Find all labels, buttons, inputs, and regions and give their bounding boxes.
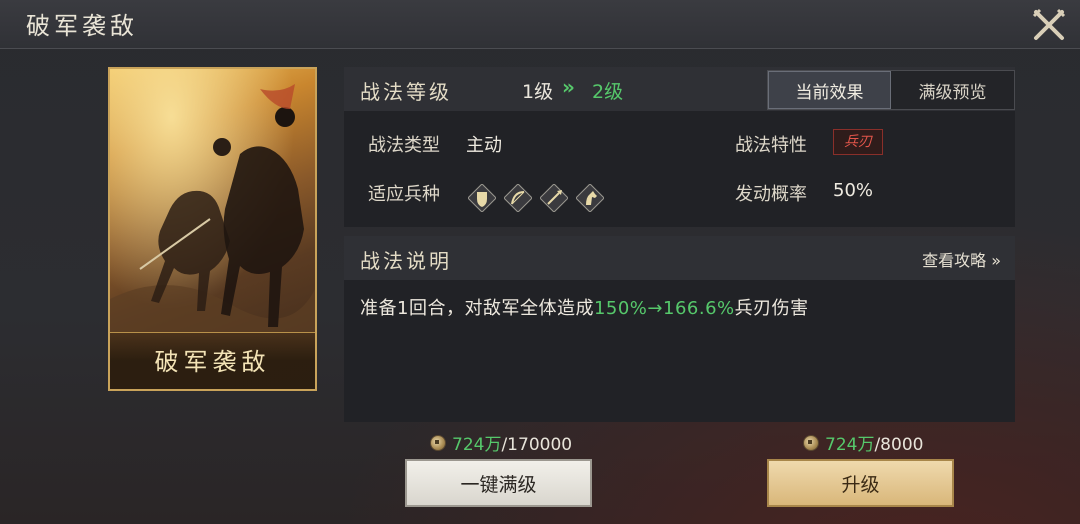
description-highlight: 150%→166.6% <box>593 298 735 319</box>
upgrade-cost-need: /8000 <box>874 435 924 455</box>
level-from: 1级 <box>522 81 554 103</box>
description-title: 战法说明 <box>360 249 452 273</box>
horse-icon <box>576 184 604 212</box>
skill-card-name-band: 破军袭敌 <box>110 332 315 389</box>
type-label: 战法类型 <box>368 135 440 156</box>
coin-icon <box>430 435 446 451</box>
tab-current-effect[interactable]: 当前效果 <box>768 71 891 109</box>
skill-card-name: 破军袭敌 <box>154 348 271 376</box>
upgrade-cost-have: 724万 <box>825 435 875 455</box>
level-arrow-icon: » <box>562 75 575 99</box>
description-prefix: 准备1回合，对敌军全体造成 <box>360 298 594 319</box>
close-swords-icon[interactable] <box>1030 6 1068 44</box>
spear-icon <box>540 184 568 212</box>
level-header: 战法等级 1级 » 2级 当前效果 满级预览 <box>344 67 1015 111</box>
max-cost-need: /170000 <box>501 435 573 455</box>
upgrade-cost: 724万/8000 <box>803 430 923 455</box>
page-title: 破军袭敌 <box>26 12 138 40</box>
coin-icon <box>803 435 819 451</box>
description-text: 准备1回合，对敌军全体造成150%→166.6%兵刃伤害 <box>360 294 809 320</box>
shield-icon <box>468 184 496 212</box>
description-panel: 战法说明 查看攻略 » 准备1回合，对敌军全体造成150%→166.6%兵刃伤害 <box>344 236 1015 422</box>
trait-label: 战法特性 <box>735 135 807 156</box>
bow-icon <box>504 184 532 212</box>
description-suffix: 兵刃伤害 <box>734 298 809 319</box>
level-title: 战法等级 <box>360 80 452 104</box>
max-cost-have: 724万 <box>452 435 502 455</box>
trait-badge: 兵刃 <box>833 129 883 155</box>
max-level-button[interactable]: 一键满级 <box>405 459 592 507</box>
troops-label: 适应兵种 <box>368 184 440 205</box>
effect-tabs: 当前效果 满级预览 <box>767 70 1015 110</box>
max-cost: 724万/170000 <box>430 430 572 455</box>
description-header: 战法说明 查看攻略 » <box>344 236 1015 280</box>
chance-value: 50% <box>833 180 874 201</box>
skill-card: 破军袭敌 <box>108 67 317 391</box>
tab-max-preview[interactable]: 满级预览 <box>891 71 1014 109</box>
top-bar: 破军袭敌 <box>0 0 1080 49</box>
upgrade-button[interactable]: 升级 <box>767 459 954 507</box>
skill-info-panel: 战法等级 1级 » 2级 当前效果 满级预览 战法类型 主动 战法特性 兵刃 适… <box>344 67 1015 227</box>
view-guide-link[interactable]: 查看攻略 » <box>922 247 1001 271</box>
level-to: 2级 <box>592 81 624 103</box>
type-value: 主动 <box>466 135 502 156</box>
chance-label: 发动概率 <box>735 184 807 205</box>
